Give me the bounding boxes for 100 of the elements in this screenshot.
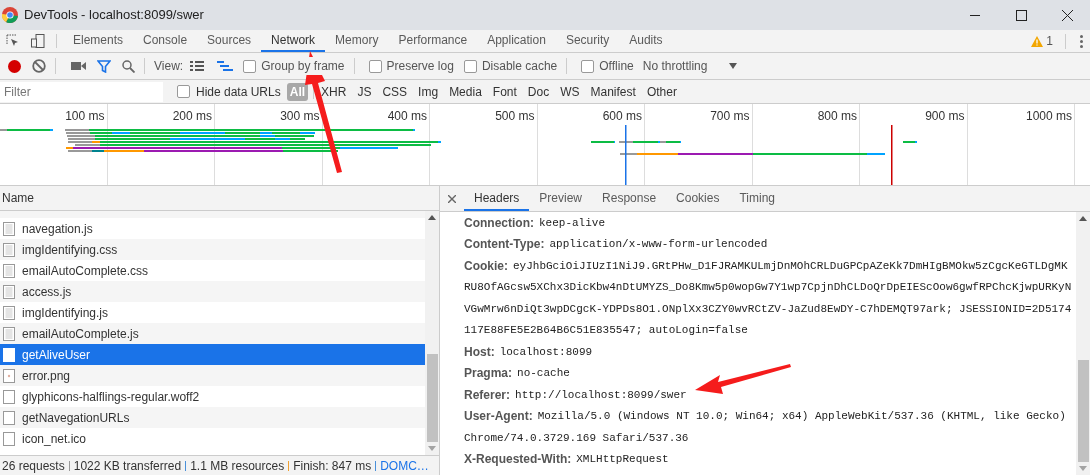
panel-tab[interactable]: Audits [619,30,673,52]
status-text: 1022 KB transferred [73,457,182,475]
document-icon [3,326,15,341]
header-value: no-cache [517,366,570,381]
warning-count[interactable]: 1 [1046,32,1053,50]
type-filter-button[interactable]: Media [446,82,485,101]
list-view-icon[interactable] [190,61,205,71]
status-text: Finish: 847 ms [293,457,372,475]
view-label: View: [154,58,184,75]
time-tick-label: 700 ms [710,109,750,123]
detail-tab[interactable]: Response [592,186,667,211]
header-value: Chrome/74.0.3729.169 Safari/537.36 [464,430,689,446]
header-value: localhost:8099 [499,344,593,360]
filter-field[interactable]: Filter [0,81,163,102]
request-row[interactable]: access.js [0,281,425,302]
time-tick-label: 500 ms [495,109,535,123]
panel-tab[interactable]: Console [133,30,198,52]
header-value: VGwMrw6nDiQt3wpDCgcK-YDPDs8O1.ONplXx3CZY0wvRCtZV-JaZud8EwDY-C7hDEMQT97ark; JSESSIONID=2D5174 [464,301,1072,317]
document-icon [3,263,15,278]
waterfall-view-icon[interactable] [217,60,234,72]
header-value: Mozilla/5.0 (Windows NT 10.0; Win64; x64) AppleWebKit/537.36 (KHTML, like Gecko) [537,409,1066,424]
scrollbar[interactable] [425,211,439,455]
scrollbar[interactable] [1076,212,1090,475]
detail-tab[interactable]: Cookies [666,186,730,211]
file-icon [3,431,15,446]
header-name: User-Agent: [464,408,533,426]
request-row[interactable]: imgIdentifying.css [0,239,425,260]
panel-tab[interactable]: Sources [197,30,262,52]
header-name: Connection: [464,214,534,232]
document-icon [3,242,15,257]
time-tick-label: 900 ms [925,109,965,123]
status-text: 1.1 MB resources [190,457,285,475]
time-tick-label: 400 ms [387,109,427,123]
header-name: Host: [464,343,495,361]
status-link[interactable]: DOMC… [380,456,429,475]
checkbox[interactable] [243,59,257,73]
panel-tab[interactable]: Security [555,30,620,52]
type-filter-button[interactable]: Doc [524,82,553,101]
checkbox[interactable] [581,59,595,73]
close-icon [1061,9,1073,21]
detail-tab[interactable]: Timing [729,186,785,211]
document-icon [3,305,15,320]
request-row[interactable]: getAliveUser [0,344,425,365]
header-value: application/x-www-form-urlencoded [549,237,768,252]
search-icon[interactable] [122,59,135,73]
time-tick-label: 100 ms [65,109,105,123]
type-filter-button[interactable]: WS [557,82,583,101]
header-name: Pragma: [464,365,513,383]
request-row[interactable]: error.png [0,365,425,386]
detail-tab[interactable]: Headers [464,186,530,211]
header-value: RU8OfAGcsw5XChx3DicKbw4nDtUMYZS_Do8Kmw5p0wopGw7Y1wp7CpjnDhCLDoQrDpEIEScOow6gwfRPChcKjwpURKyN [464,280,1072,295]
type-filter-button[interactable]: Img [415,82,442,101]
panel-tab[interactable]: Application [477,30,556,52]
column-header[interactable]: Name [2,189,34,207]
window-title: DevTools - localhost:8099/swer [24,6,204,25]
request-row[interactable]: emailAutoComplete.js [0,323,425,344]
type-filter-button[interactable]: JS [354,82,375,101]
caret-icon [729,63,738,69]
header-value: XMLHttpRequest [576,452,669,467]
document-icon [3,221,15,236]
checkbox-label[interactable]: Hide data URLs [196,82,281,101]
type-filter-button[interactable]: XHR [318,82,350,101]
browser-logo-icon [2,7,18,23]
time-tick-label: 300 ms [280,109,320,123]
time-tick-label: 800 ms [817,109,857,123]
header-value: keep-alive [539,215,605,231]
time-tick-label: 1000 ms [1025,109,1072,123]
checkbox[interactable] [463,59,477,73]
type-filter-button[interactable]: Other [643,82,680,101]
file-icon [3,347,15,362]
checkbox[interactable] [368,59,382,73]
request-row[interactable]: getNavegationURLs [0,407,425,428]
header-value: eyJhbGciOiJIUzI1NiJ9.GRtPHw_D1FJRAMKULmjDnMOhCRLDuGPCpAZeKk7DmHIgBMOkw5zCgcKeGTLDgMK [513,258,1068,274]
throttling-dropdown[interactable]: No throttling [642,57,738,75]
header-value: 117E88FE5E2B64B6C51E835547; autoLogin=false [464,323,748,338]
header-name: Referer: [464,386,511,404]
scroll-down-icon[interactable] [428,446,436,451]
timeline-overview[interactable]: 100 ms 200 ms 300 ms 400 ms 500 ms 600 ms 700 ms 800 ms 900 ms 1000 ms [0,104,1090,186]
filter-icon[interactable] [97,59,111,73]
scroll-up-icon[interactable] [428,215,436,220]
file-icon [3,410,15,425]
more-menu-icon[interactable] [1078,34,1084,48]
time-tick-label: 600 ms [602,109,642,123]
time-tick-label: 200 ms [172,109,212,123]
panel-tab[interactable]: Performance [388,30,478,52]
document-icon [3,284,15,299]
type-filter-button[interactable]: Font [489,82,520,101]
checkbox[interactable] [177,85,190,98]
type-filter-button[interactable]: Manifest [587,82,639,101]
status-text: 26 requests [2,457,65,475]
clear-icon[interactable] [32,59,46,73]
panel-tab[interactable]: Elements [63,30,134,52]
type-filter-button[interactable]: CSS [379,82,411,101]
file-icon [3,389,15,404]
panel-tab[interactable]: Memory [325,30,389,52]
scroll-up-icon[interactable] [1079,216,1087,221]
scroll-down-icon[interactable] [1079,466,1087,471]
checkbox-label[interactable]: Group by frame [261,57,345,75]
camera-icon[interactable] [71,61,86,71]
detail-tab[interactable]: Preview [529,186,593,211]
